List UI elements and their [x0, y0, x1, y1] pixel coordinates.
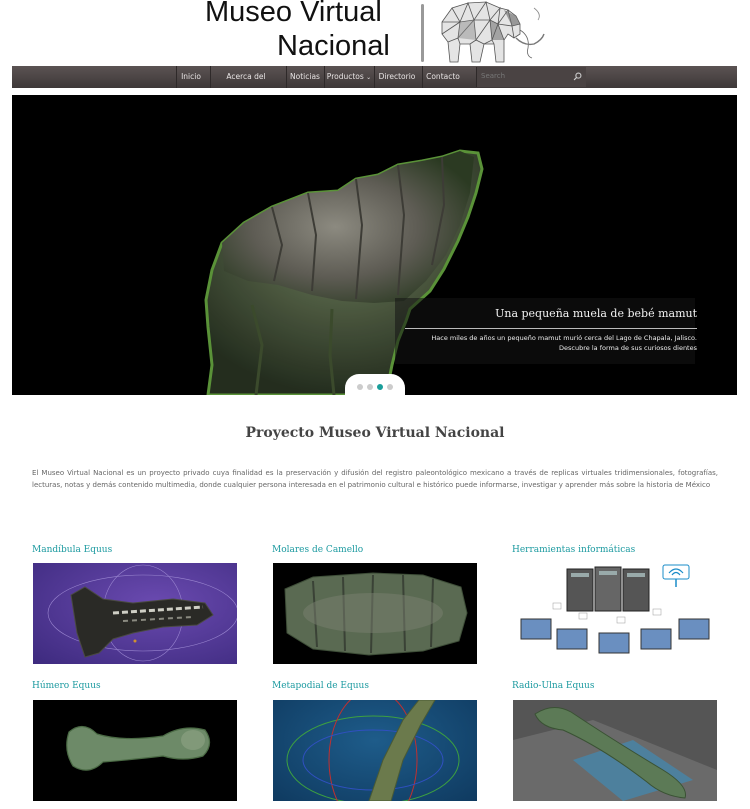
slide-caption-title: Una pequeña muela de bebé mamut — [495, 307, 697, 320]
nav-item-label: Productos — [326, 72, 364, 81]
mammoth-logo-icon — [441, 0, 545, 63]
caption-line: Hace miles de años un pequeño mamut muri… — [431, 334, 697, 342]
card-title-molares[interactable]: Molares de Camello — [272, 545, 363, 555]
card-image-herramientas[interactable] — [513, 563, 717, 664]
slider-dot-2[interactable] — [367, 384, 373, 390]
slider-dot-1[interactable] — [357, 384, 363, 390]
card-image-radio-ulna[interactable] — [513, 700, 717, 801]
nav-item-label: Contacto — [426, 72, 460, 81]
logo-text-line1: Museo Virtual — [205, 0, 382, 28]
card-image-mandibula[interactable] — [33, 563, 237, 664]
card-image-molares[interactable] — [273, 563, 477, 664]
nav-item-contacto[interactable]: Contacto — [422, 66, 463, 88]
slider-pagination — [345, 374, 405, 395]
nav-item-acerca[interactable]: Acerca del proyecto — [210, 66, 281, 103]
search-icon[interactable] — [573, 72, 582, 81]
metapodial-image — [286, 700, 460, 801]
card-image-humero[interactable] — [33, 700, 237, 801]
logo-divider — [421, 4, 424, 62]
caption-line: Descubre la forma de sus curiosos diente… — [559, 344, 697, 352]
nav-item-label: Inicio — [181, 72, 201, 81]
card-title-metapodial[interactable]: Metapodial de Equus — [272, 681, 369, 691]
search-input[interactable] — [481, 70, 569, 82]
nav-item-directorio[interactable]: Directorio — [374, 66, 419, 88]
nav-item-productos[interactable]: Productos ⌄ — [324, 66, 373, 88]
slider-dot-3[interactable] — [377, 384, 383, 390]
camel-molars-image — [284, 572, 468, 656]
slider-dot-4[interactable] — [387, 384, 393, 390]
card-image-metapodial[interactable] — [273, 700, 477, 801]
hero-slider[interactable]: Una pequeña muela de bebé mamut Hace mil… — [12, 95, 737, 395]
card-title-mandibula[interactable]: Mandíbula Equus — [32, 545, 112, 555]
card-title-humero[interactable]: Húmero Equus — [32, 681, 101, 691]
intro-paragraph: El Museo Virtual Nacional es un proyecto… — [32, 469, 718, 489]
card-title-radio-ulna[interactable]: Radio-Ulna Equus — [512, 681, 594, 691]
slide-caption-description: Hace miles de años un pequeño mamut muri… — [405, 333, 697, 353]
humerus-image — [66, 725, 211, 771]
nav-item-inicio[interactable]: Inicio — [176, 66, 205, 88]
radio-ulna-image — [513, 707, 717, 801]
nav-search-box — [476, 67, 586, 87]
card-title-herramientas[interactable]: Herramientas informáticas — [512, 545, 635, 555]
nav-item-label: Directorio — [378, 72, 416, 81]
logo-text-line2: Nacional — [277, 30, 390, 62]
main-navbar: Inicio Acerca del proyecto Noticias Prod… — [12, 66, 737, 103]
nav-item-noticias[interactable]: Noticias — [286, 66, 323, 88]
nav-item-label: Noticias — [290, 72, 320, 81]
page-title: Proyecto Museo Virtual Nacional — [245, 425, 505, 441]
computer-network-image — [520, 564, 710, 654]
chevron-down-icon: ⌄ — [366, 74, 372, 81]
jaw-image — [47, 564, 237, 662]
site-logo[interactable]: Museo Virtual Nacional — [0, 0, 750, 66]
caption-divider — [405, 328, 697, 329]
